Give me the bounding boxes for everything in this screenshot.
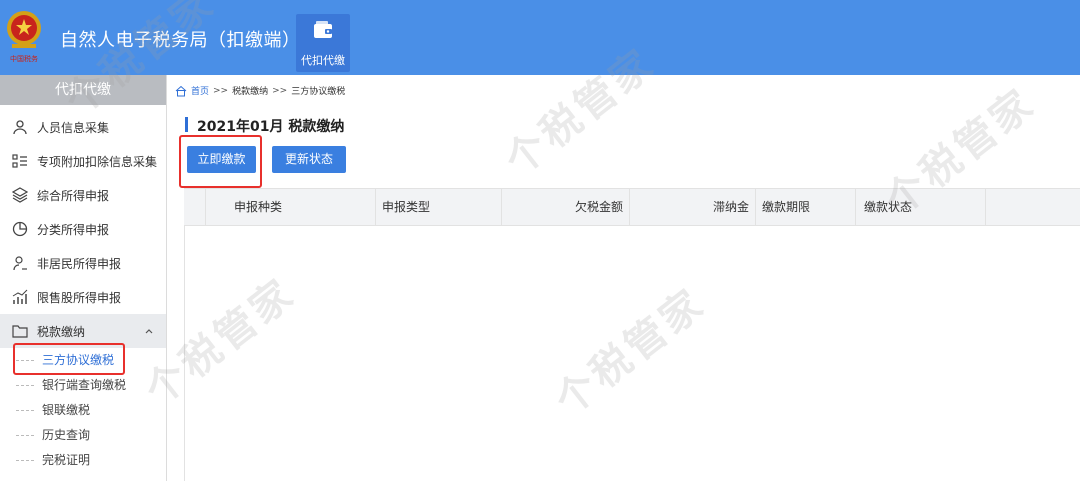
list-icon: [12, 154, 27, 168]
sidebar-item-restricted-stock[interactable]: 限售股所得申报: [0, 280, 166, 314]
pay-now-button[interactable]: 立即缴款: [187, 146, 256, 173]
folder-icon: [12, 325, 28, 338]
person-outline-icon: [13, 256, 27, 271]
breadcrumb-separator: >>: [272, 85, 288, 96]
home-icon: [175, 85, 187, 96]
app-title: 自然人电子税务局（扣缴端）: [60, 30, 301, 51]
sidebar-item-label: 限售股所得申报: [37, 290, 122, 305]
sidebar-header: 代扣代缴: [0, 75, 166, 105]
sidebar-item-special-deduction[interactable]: 专项附加扣除信息采集: [0, 144, 166, 178]
person-icon: [13, 120, 27, 135]
wallet-icon: [314, 21, 332, 38]
breadcrumb-home-link[interactable]: 首页: [191, 84, 209, 97]
sidebar-item-label: 税款缴纳: [37, 324, 86, 339]
sub-item-label: 银联缴税: [42, 403, 91, 417]
title-accent-bar: [185, 117, 188, 132]
sub-item-history-query[interactable]: 历史查询: [0, 423, 166, 448]
module-tab-withholding[interactable]: 代扣代缴: [296, 14, 350, 72]
breadcrumb-separator: >>: [213, 85, 229, 96]
emblem-caption: 中国税务: [10, 54, 38, 63]
column-header-payment-status[interactable]: 缴款状态: [856, 189, 986, 225]
column-header-late-fee[interactable]: 滞纳金: [630, 189, 756, 225]
column-header-tax-owed[interactable]: 欠税金额: [502, 189, 630, 225]
sub-item-tax-certificate[interactable]: 完税证明: [0, 448, 166, 473]
layers-icon: [12, 187, 28, 203]
column-header-declaration-type[interactable]: 申报类型: [376, 189, 502, 225]
sub-item-label: 历史查询: [42, 428, 91, 442]
top-header: 中国税务 自然人电子税务局（扣缴端） 代扣代缴: [0, 0, 1080, 75]
sidebar: 代扣代缴 人员信息采集 专项附加扣除信息采集 综合所得申报 分类所得申报 非居民…: [0, 75, 167, 481]
page-title: 2021年01月 税款缴纳: [197, 119, 345, 135]
table-body-empty: [184, 226, 1080, 481]
chevron-up-icon: [145, 329, 153, 334]
refresh-status-button[interactable]: 更新状态: [272, 146, 346, 173]
sidebar-item-category-income[interactable]: 分类所得申报: [0, 212, 166, 246]
sub-item-unionpay-payment[interactable]: 银联缴税: [0, 398, 166, 423]
column-header-declaration-category[interactable]: 申报种类: [206, 189, 376, 225]
breadcrumb-current: 三方协议缴税: [291, 87, 346, 97]
sub-item-label: 银行端查询缴税: [42, 378, 127, 392]
sub-item-bank-query-payment[interactable]: 银行端查询缴税: [0, 373, 166, 398]
sidebar-item-label: 人员信息采集: [37, 120, 110, 135]
highlight-box-submenu: [13, 343, 125, 375]
sidebar-item-label: 专项附加扣除信息采集: [37, 154, 158, 169]
sub-item-label: 完税证明: [42, 453, 91, 467]
bar-chart-icon: [12, 289, 28, 304]
sidebar-item-comprehensive-income[interactable]: 综合所得申报: [0, 178, 166, 212]
sidebar-item-label: 综合所得申报: [37, 188, 110, 203]
sidebar-item-label: 非居民所得申报: [37, 256, 122, 271]
breadcrumb-level1[interactable]: 税款缴纳: [232, 84, 268, 97]
national-emblem-icon: 中国税务: [7, 11, 41, 63]
breadcrumb: 首页 >> 税款缴纳 >> 三方协议缴税: [175, 84, 345, 97]
sidebar-item-nonresident-income[interactable]: 非居民所得申报: [0, 246, 166, 280]
sidebar-item-label: 分类所得申报: [37, 222, 110, 237]
sidebar-item-personnel-info[interactable]: 人员信息采集: [0, 110, 166, 144]
table-header: 申报种类 申报类型 欠税金额 滞纳金 缴款期限 缴款状态: [184, 188, 1080, 226]
column-header-payment-deadline[interactable]: 缴款期限: [756, 189, 856, 225]
table-header-checkbox-column: [184, 189, 206, 225]
module-tab-label: 代扣代缴: [301, 54, 345, 67]
pie-icon: [12, 221, 28, 237]
